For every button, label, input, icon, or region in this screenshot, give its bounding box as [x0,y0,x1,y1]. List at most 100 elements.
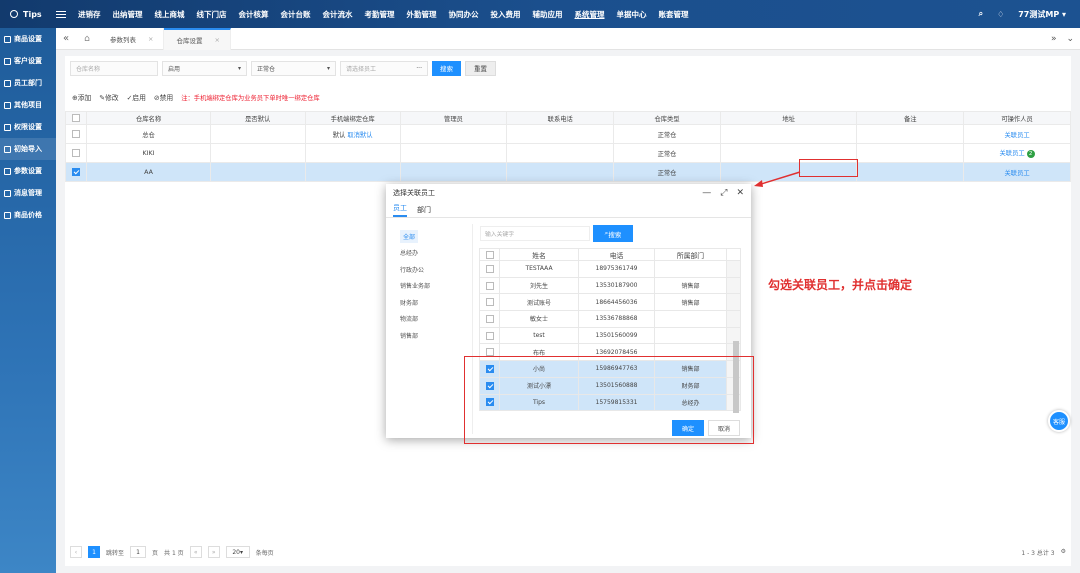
nav-item[interactable]: 辅助应用 [527,9,569,20]
warehouse-name-input[interactable]: 仓库名称 [70,60,158,76]
table-row[interactable]: KIKI 正常仓 关联员工 2 [64,143,1071,163]
employee-select[interactable]: 请选择员工 ··· [340,60,428,76]
employee-row[interactable]: test 13501560099 [479,326,741,345]
select-all-checkbox[interactable] [485,250,494,259]
tabs-scroll-left-icon[interactable]: « [56,33,76,44]
edit-button[interactable]: ✎修改 [99,92,118,102]
employee-checkbox[interactable] [485,314,494,323]
tabs-scroll-right-icon[interactable]: » [1051,34,1057,44]
nav-item[interactable]: 协同办公 [443,9,485,20]
sidebar-item[interactable]: 员工部门 [0,72,56,94]
nav-item[interactable]: 线上商城 [149,9,191,20]
disable-button[interactable]: ⊘禁用 [154,92,173,102]
top-right-tools: ⌕ ♢ 77测试MP ▾ [979,0,1066,28]
employee-checkbox[interactable] [485,331,494,340]
nav-item[interactable]: 会计核算 [233,9,275,20]
row-checkbox[interactable] [72,149,81,157]
nav-item[interactable]: 线下门店 [191,9,233,20]
chevron-down-icon[interactable]: ⌄ [1066,34,1074,44]
row-checkbox[interactable] [72,168,81,176]
page-size-select[interactable]: 20 ▾ [225,546,250,558]
brand[interactable]: Tips [0,10,56,19]
home-icon[interactable]: ⌂ [76,34,98,44]
scroll-gutter [726,248,741,261]
prev-page-icon[interactable]: ‹ [70,546,82,558]
search-button[interactable]: 搜索 [432,60,461,76]
close-icon[interactable]: ✕ [736,188,744,198]
link-staff-link[interactable]: 关联员工 [1004,132,1029,139]
cancel-default-link[interactable]: 取消默认 [347,132,372,139]
warehouse-type-select[interactable]: 正常仓 ▾ [251,60,336,76]
status-select[interactable]: 启用 ▾ [162,60,247,76]
sidebar-item[interactable]: 商品价格 [0,204,56,226]
select-all-checkbox[interactable] [72,114,81,122]
department-item[interactable]: 总经办 [394,245,470,262]
tab-employee[interactable]: 员工 [393,203,407,217]
last-page-icon[interactable]: » [207,546,220,558]
close-icon[interactable]: × [148,35,153,43]
employee-checkbox[interactable] [485,281,494,290]
sidebar-item[interactable]: 初始导入 [0,138,56,160]
menu-toggle-icon[interactable] [56,10,66,18]
annotation-arrow-icon [754,171,801,187]
bell-icon[interactable]: ♢ [997,10,1004,19]
scroll-gutter [726,310,741,328]
employee-table-header: 姓名 电话 所属部门 [479,248,741,261]
close-icon[interactable]: × [214,36,219,44]
sidebar-item[interactable]: 参数设置 [0,160,56,182]
enable-button[interactable]: ✓启用 [127,92,146,102]
tab-param-list[interactable]: 参数列表 × [98,27,165,50]
nav-item[interactable]: 进销存 [72,9,107,20]
employee-row[interactable]: 刘先生 13530187900 销售部 [479,276,741,295]
department-item[interactable]: 销售部 [394,327,470,344]
nav-item[interactable]: 出纳管理 [107,9,149,20]
department-item[interactable]: 销售业务部 [394,278,470,295]
keyword-input[interactable]: 输入关键字 [480,226,590,241]
add-button[interactable]: ⊕添加 [72,92,91,102]
department-item[interactable]: 行政办公 [394,261,470,278]
page-number[interactable]: 1 [88,546,100,558]
user-menu[interactable]: 77测试MP ▾ [1018,9,1066,20]
column-header: 管理员 [399,111,508,125]
nav-item[interactable]: 账套管理 [653,9,695,20]
customer-service-button[interactable]: 客服 [1048,410,1070,432]
sidebar-item[interactable]: 消息管理 [0,182,56,204]
cell [399,124,508,144]
tab-tools: » ⌄ [1051,28,1074,50]
department-item[interactable]: 全部 [394,228,470,245]
employee-checkbox[interactable] [485,264,494,273]
sidebar-item[interactable]: 其他项目 [0,94,56,116]
maximize-icon[interactable]: ⤢ [720,188,727,198]
nav-item[interactable]: 会计流水 [317,9,359,20]
nav-item[interactable]: 系统管理 [569,9,611,20]
table-row[interactable]: AA 正常仓 关联员工 [64,162,1071,182]
employee-row[interactable]: 测试账号 18664456036 销售部 [479,293,741,312]
department-item[interactable]: 财务部 [394,294,470,311]
tab-department[interactable]: 部门 [417,205,431,217]
goto-input[interactable]: 1 [130,546,147,558]
search-icon[interactable]: ⌕ [979,9,983,19]
tab-warehouse-settings[interactable]: 仓库设置 × [164,27,231,50]
link-staff-link[interactable]: 关联员工 [999,150,1024,157]
table-row[interactable]: 总仓 默认 取消默认 正常仓 关联员工 [64,124,1071,144]
sidebar-item[interactable]: 客户设置 [0,50,56,72]
sidebar-item[interactable]: 权限设置 [0,116,56,138]
link-staff-link[interactable]: 关联员工 [1004,170,1029,177]
row-checkbox[interactable] [72,130,81,138]
settings-icon[interactable]: ⚙ [1061,548,1066,557]
nav-item[interactable]: 单据中心 [611,9,653,20]
sidebar-item[interactable]: 商品设置 [0,28,56,50]
nav-item[interactable]: 会计台账 [275,9,317,20]
minimize-icon[interactable]: — [702,188,711,198]
nav-item[interactable]: 投入费用 [485,9,527,20]
employee-checkbox[interactable] [485,298,494,307]
employee-row[interactable]: 敏女士 13536788868 [479,310,741,328]
nav-item[interactable]: 外勤管理 [401,9,443,20]
nav-item[interactable]: 考勤管理 [359,9,401,20]
sidebar-item-label: 其他项目 [14,101,42,109]
reset-button[interactable]: 重置 [465,60,496,76]
dialog-search-button[interactable]: ⌕ 搜索 [593,225,633,242]
employee-row[interactable]: TESTAAA 18975361749 [479,260,741,278]
department-item[interactable]: 物流部 [394,311,470,328]
first-page-icon[interactable]: « [189,546,202,558]
